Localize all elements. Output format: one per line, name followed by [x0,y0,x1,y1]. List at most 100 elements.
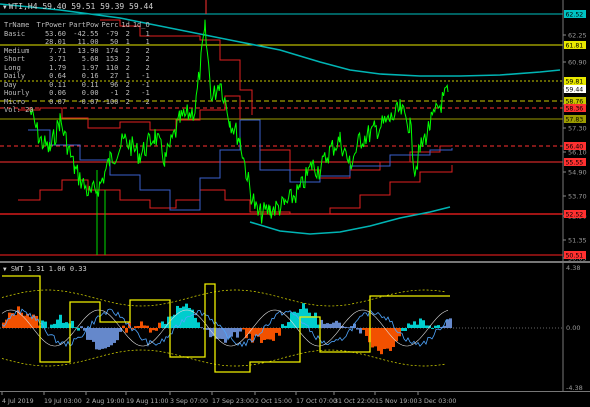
oscillator-bar [230,328,233,337]
price-tick: 54.90 [568,169,587,177]
table-cell: 0.06 [49,89,67,97]
oscillator-bar [98,328,101,350]
oscillator-bar [110,328,113,346]
oscillator-bar [413,321,416,328]
oscillator-bar [122,325,125,328]
oscillator-bar [323,323,326,328]
price-tag-label: 59.81 [566,79,584,86]
column-header: PartPow [69,21,99,29]
table-cell: -1 [141,89,150,97]
chart-window[interactable]: 62.2560.9059.5558.2057.3056.1054.9053.70… [0,0,590,407]
time-tick: 17 Oct 07:00 [296,398,337,405]
oscillator-bar [92,328,95,342]
oscillator-bar [449,318,452,328]
channel-blue [28,119,453,211]
oscillator-bar [218,328,221,339]
time-axis: 4 Jul 2019 19 Jul 03:00 2 Aug 19:00 19 Aug … [1,392,456,405]
time-tick: 31 Oct 22:00 [334,398,375,405]
table-row: Short 3.71 5.68 153 2 2 [4,55,153,64]
price-tag-label: 50.51 [566,253,584,260]
table-cell [133,106,153,115]
table-cell: 1 [125,38,130,46]
oscillator-bar [326,323,329,328]
column-header: TrPower [36,21,67,29]
oscillator-bar [125,328,128,333]
oscillator-bar [242,328,245,330]
oscillator-bar [71,320,74,328]
ohlc-values: 59.40 59.51 59.39 59.44 [42,2,154,11]
oscillator-panel[interactable]: 4.38 0.00 -4.38 [0,262,590,392]
table-cell: 27 [109,72,119,80]
oscillator-bar [17,306,20,328]
table-cell: 0.11 [81,80,99,89]
table-cell: 1.97 [81,63,99,72]
table-cell: 7.71 [49,46,67,55]
table-cell: 174 [105,46,119,55]
oscillator-label: ▼ SWT 1.31 1.06 0.33 [3,265,87,273]
table-cell: 110 [105,63,119,72]
table-cell: 0.11 [49,80,67,89]
table-cell: 2 [125,55,130,63]
oscillator-bar [266,328,269,340]
time-tick: 2 Aug 19:00 [86,398,124,405]
oscillator-bar [398,328,401,337]
price-tag-label: 52.52 [566,212,584,219]
oscillator-scale-label: 4.38 [566,264,580,272]
oscillator-bar [176,305,179,328]
price-tag-label: 57.83 [566,117,584,124]
oscillator-bar [44,321,47,328]
oscillator-bar [143,325,146,328]
oscillator-bar [152,328,155,331]
table-cell: -1 [109,89,119,97]
oscillator-bar [95,328,98,350]
oscillator-bar [380,328,383,355]
oscillator-bar [62,322,65,328]
oscillator-bar [446,319,449,328]
oscillator-bar [14,315,17,328]
table-cell: 0.00 [81,89,99,97]
oscillator-bar [416,324,419,328]
oscillator-bar [182,306,185,328]
oscillator-bar [332,322,335,328]
oscillator-bar [407,323,410,328]
table-cell: Daily [4,72,26,80]
oscillator-bar [311,316,314,328]
oscillator-bar [236,328,239,338]
time-tick: 3 Sep 07:00 [170,398,208,405]
oscillator-bar [275,328,278,333]
table-cell: 153 [105,55,119,63]
table-cell: 53.60 [44,29,67,38]
collapse-arrow-icon[interactable]: ▼ [3,266,7,273]
time-tick: 17 Sep 23:00 [212,398,254,405]
table-row: 28.01 11.00 50 1 1 [4,38,153,47]
table-cell: 28.01 [44,38,67,46]
table-cell [102,106,122,115]
trend-power-table: TrName TrPower PartPow Perc 1d 1d_O Basic 53.60… [4,21,153,115]
table-cell: 2 [125,63,130,72]
price-tag-label: 59.44 [566,87,584,94]
table-cell: -1 [141,80,150,89]
table-cell: 2 [145,55,150,63]
column-header: 1d_O [132,21,150,29]
oscillator-bar [8,312,11,328]
table-cell: 13.90 [77,46,99,55]
oscillator-bar [425,325,428,328]
oscillator-bar [134,326,137,328]
table-cell: 2 [125,97,130,106]
table-cell: 1.79 [49,63,67,72]
collapse-arrow-icon[interactable]: ▼ [3,4,7,11]
oscillator-envelope [1,349,447,367]
table-cell: 5.68 [81,55,99,63]
oscillator-bar [278,328,281,336]
oscillator-bar [233,328,236,333]
oscillator-envelope [1,289,447,307]
oscillator-bar [347,327,350,328]
oscillator-bar [155,328,158,331]
table-cell [121,106,132,115]
oscillator-bar [116,328,119,341]
price-tag-label: 62.52 [566,12,584,19]
oscillator-bar [389,328,392,352]
price-tick: 60.90 [568,59,587,67]
oscillator-bar [362,328,365,330]
table-cell: Long [4,63,21,72]
